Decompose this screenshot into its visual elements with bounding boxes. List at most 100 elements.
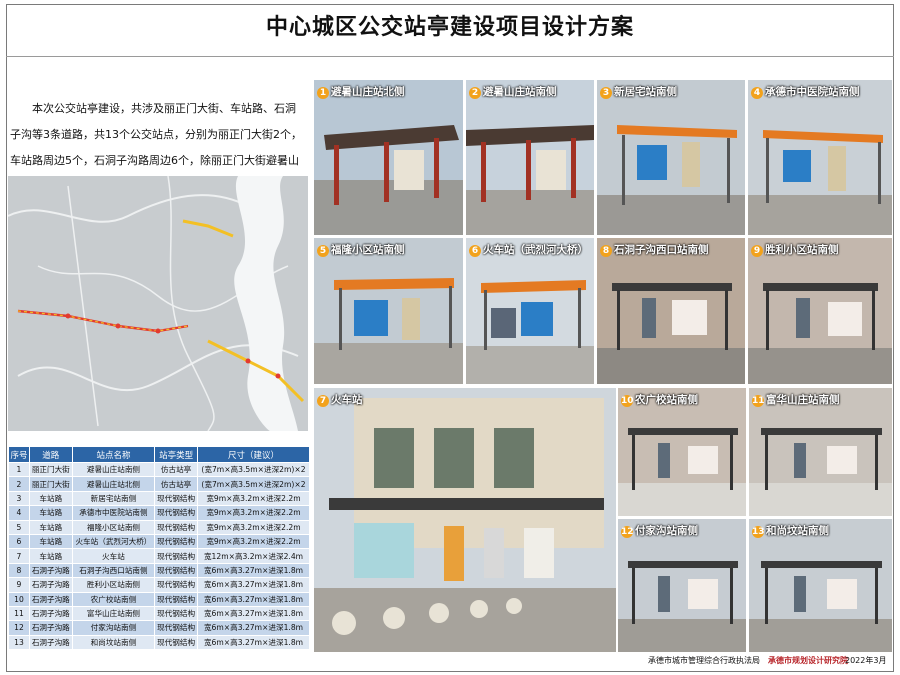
photo-caption: 1 避暑山庄站北侧 (317, 84, 405, 99)
photo-caption: 10农广校站南侧 (621, 392, 698, 407)
photo-number-badge: 8 (600, 245, 612, 257)
cell-station: 新居宅站南侧 (71, 490, 156, 507)
table-row: 3 车站路 新居宅站南侧 现代钢结构 宽9m×高3.2m×进深2.2m (8, 490, 311, 507)
cell-station: 避暑山庄站北侧 (71, 476, 156, 492)
cell-size: 宽9m×高3.2m×进深2.2m (196, 505, 311, 521)
cell-road: 石洞子沟路 (28, 591, 73, 607)
photo-12: 12付家沟站南侧 (618, 519, 746, 652)
photo-caption: 13和尚坟站南侧 (752, 523, 829, 538)
photo-4: 4 承德市中医院站南侧 (748, 80, 892, 235)
cell-size: 宽6m×高3.27m×进深1.8m (196, 620, 311, 636)
photo-caption: 12付家沟站南侧 (621, 523, 698, 538)
cell-type: 现代钢结构 (154, 548, 198, 564)
table-row: 1 丽正门大街 避暑山庄站南侧 仿古站亭 (宽7m×高3.5m×进深2m)×2 (8, 461, 311, 478)
cell-size: 宽9m×高3.2m×进深2.2m (196, 490, 311, 507)
cell-type: 现代钢结构 (154, 591, 198, 607)
photo-number-badge: 9 (751, 245, 763, 257)
photo-label: 付家沟站南侧 (635, 525, 698, 537)
table-row: 6 车站路 火车站（武烈河大桥） 现代钢结构 宽9m×高3.2m×进深2.2m (8, 533, 311, 550)
col-header-station: 站点名称 (71, 446, 156, 463)
cell-road: 石洞子沟路 (28, 605, 73, 622)
photo-label: 避暑山庄站北侧 (331, 86, 405, 98)
table-row: 12 石洞子沟路 付家沟站南侧 现代钢结构 宽6m×高3.27m×进深1.8m (8, 620, 311, 636)
photo-9: 9 胜利小区站南侧 (748, 238, 892, 384)
cell-type: 现代钢结构 (154, 505, 198, 521)
cell-size: 宽9m×高3.2m×进深2.2m (196, 519, 311, 535)
table-row: 8 石洞子沟路 石洞子沟西口站南侧 现代钢结构 宽6m×高3.27m×进深1.8m (8, 562, 311, 579)
cell-road: 丽正门大街 (28, 461, 73, 478)
photo-caption: 2 避暑山庄站南侧 (469, 84, 557, 99)
cell-index: 7 (8, 548, 30, 564)
cell-size: 宽6m×高3.27m×进深1.8m (196, 591, 311, 607)
site-table: 序号 道路 站点名称 站亭类型 尺寸（建议） 1 丽正门大街 避暑山庄站南侧 仿古站亭… (8, 446, 311, 651)
cell-road: 车站路 (28, 519, 73, 535)
cell-road: 石洞子沟路 (28, 577, 73, 593)
cell-index: 8 (8, 562, 30, 579)
cell-road: 车站路 (28, 505, 73, 521)
cell-type: 现代钢结构 (154, 562, 198, 579)
photo-13: 13和尚坟站南侧 (749, 519, 892, 652)
cell-station: 和尚坟站南侧 (71, 634, 156, 651)
cell-index: 4 (8, 505, 30, 521)
photo-label: 新居宅站南侧 (614, 86, 677, 98)
photo-caption: 6 火车站（武烈河大桥） (469, 242, 588, 257)
cell-size: (宽7m×高3.5m×进深2m)×2 (196, 476, 311, 492)
photo-number-badge: 11 (752, 395, 765, 407)
photo-number-badge: 3 (600, 87, 612, 99)
photo-number-badge: 2 (469, 87, 481, 99)
photo-number-badge: 7 (317, 395, 329, 407)
cell-station: 富华山庄站南侧 (71, 605, 156, 622)
photo-3: 3 新居宅站南侧 (597, 80, 745, 235)
photo-caption: 4 承德市中医院站南侧 (751, 84, 860, 99)
cell-station: 避暑山庄站南侧 (71, 461, 156, 478)
cell-station: 火车站（武烈河大桥） (71, 533, 156, 550)
cell-index: 12 (8, 620, 30, 636)
cell-size: 宽9m×高3.2m×进深2.2m (196, 533, 311, 550)
col-header-size: 尺寸（建议） (196, 446, 311, 463)
cell-road: 丽正门大街 (28, 476, 73, 492)
photo-caption: 9 胜利小区站南侧 (751, 242, 839, 257)
photo-label: 承德市中医院站南侧 (765, 86, 860, 98)
cell-road: 车站路 (28, 533, 73, 550)
cell-index: 6 (8, 533, 30, 550)
photo-11: 11富华山庄站南侧 (749, 388, 892, 516)
cell-station: 石洞子沟西口站南侧 (71, 562, 156, 579)
photo-label: 火车站 (331, 394, 363, 406)
cell-road: 石洞子沟路 (28, 562, 73, 579)
cell-road: 车站路 (28, 490, 73, 507)
cell-type: 现代钢结构 (154, 519, 198, 535)
cell-index: 5 (8, 519, 30, 535)
photo-8: 8 石洞子沟西口站南侧 (597, 238, 745, 384)
cell-index: 10 (8, 591, 30, 607)
cell-index: 13 (8, 634, 30, 651)
table-row: 10 石洞子沟路 农广校站南侧 现代钢结构 宽6m×高3.27m×进深1.8m (8, 591, 311, 607)
table-row: 2 丽正门大街 避暑山庄站北侧 仿古站亭 (宽7m×高3.5m×进深2m)×2 (8, 476, 311, 492)
photo-label: 石洞子沟西口站南侧 (614, 244, 709, 256)
cell-index: 9 (8, 577, 30, 593)
photo-number-badge: 4 (751, 87, 763, 99)
photo-label: 胜利小区站南侧 (765, 244, 839, 256)
cell-station: 福隆小区站南侧 (71, 519, 156, 535)
cell-station: 承德市中医院站南侧 (71, 505, 156, 521)
cell-type: 现代钢结构 (154, 634, 198, 651)
photo-label: 火车站（武烈河大桥） (483, 244, 588, 256)
cell-size: 宽6m×高3.27m×进深1.8m (196, 605, 311, 622)
page-title: 中心城区公交站亭建设项目设计方案 (265, 15, 634, 40)
table-row: 9 石洞子沟路 胜利小区站南侧 现代钢结构 宽6m×高3.27m×进深1.8m (8, 577, 311, 593)
photo-number-badge: 1 (317, 87, 329, 99)
photo-10: 10农广校站南侧 (618, 388, 746, 516)
cell-type: 现代钢结构 (154, 577, 198, 593)
cell-road: 车站路 (28, 548, 73, 564)
cell-index: 11 (8, 605, 30, 622)
photo-number-badge: 5 (317, 245, 329, 257)
photo-label: 福隆小区站南侧 (331, 244, 405, 256)
cell-size: 宽6m×高3.27m×进深1.8m (196, 577, 311, 593)
photo-caption: 3 新居宅站南侧 (600, 84, 677, 99)
col-header-type: 站亭类型 (154, 446, 198, 463)
col-header-road: 道路 (28, 446, 73, 463)
footer-date: 2022年3月 (845, 656, 887, 665)
cell-station: 付家沟站南侧 (71, 620, 156, 636)
photo-caption: 7 火车站 (317, 392, 363, 407)
table-row: 13 石洞子沟路 和尚坟站南侧 现代钢结构 宽6m×高3.27m×进深1.8m (8, 634, 311, 651)
table-row: 11 石洞子沟路 富华山庄站南侧 现代钢结构 宽6m×高3.27m×进深1.8m (8, 605, 311, 622)
